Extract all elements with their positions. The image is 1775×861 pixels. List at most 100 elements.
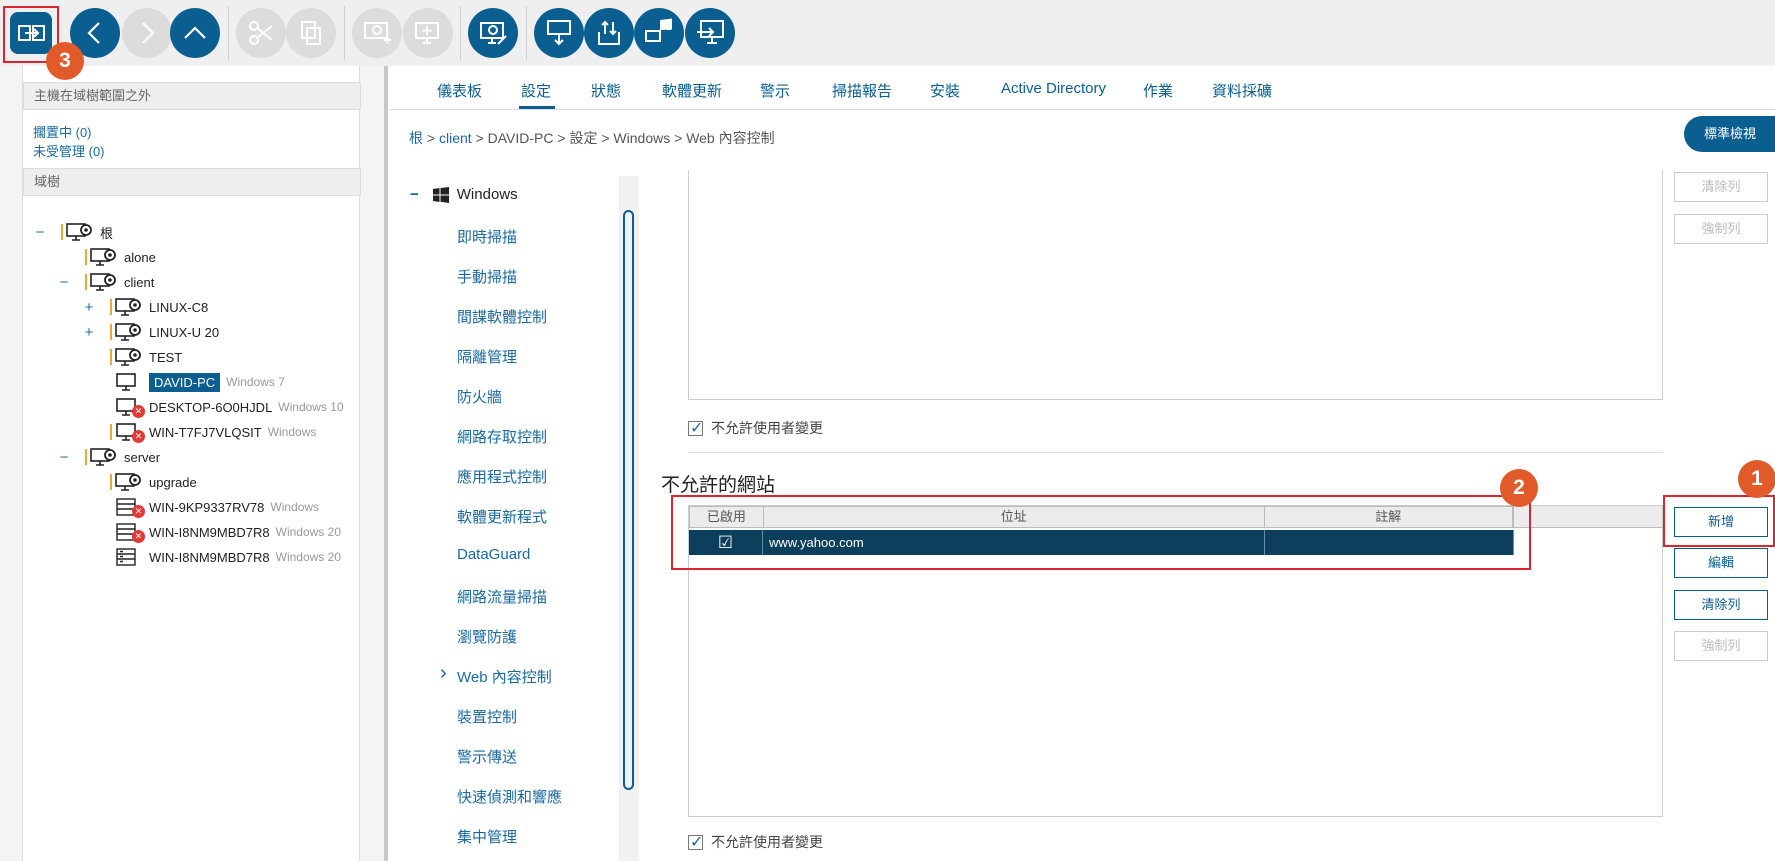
tree-toggle-icon[interactable]: +: [82, 299, 96, 316]
tree-node-label[interactable]: client: [124, 275, 154, 290]
tab[interactable]: Active Directory: [1001, 80, 1106, 97]
nav-item[interactable]: 間諜軟體控制: [457, 306, 547, 327]
tab[interactable]: 設定: [521, 80, 551, 101]
tab[interactable]: 安裝: [930, 80, 960, 101]
tree-node-label[interactable]: LINUX-C8: [149, 300, 208, 315]
breadcrumb-client[interactable]: client: [439, 130, 472, 146]
tree-node-icon: [66, 222, 94, 242]
host-settings-button[interactable]: [468, 8, 518, 58]
tree-toggle-icon[interactable]: −: [33, 224, 47, 241]
nav-item[interactable]: 集中管理: [457, 826, 517, 847]
edit-button[interactable]: 編輯: [1674, 548, 1768, 578]
tree-node-icon: [115, 347, 143, 367]
force-row-button[interactable]: 強制列: [1674, 631, 1768, 661]
tree-node[interactable]: DAVID-PC Windows 7: [110, 371, 285, 393]
host-group-icon: [115, 348, 141, 366]
tree-node-label[interactable]: WIN-T7FJ7VLQSIT: [149, 425, 262, 440]
tab[interactable]: 狀態: [591, 80, 621, 101]
tree-node[interactable]: upgrade: [110, 471, 197, 493]
nav-scroll-thumb[interactable]: [623, 210, 634, 790]
collapse-icon[interactable]: −: [410, 186, 419, 203]
tree-node[interactable]: + LINUX-U 20: [85, 321, 219, 343]
clear-row-button[interactable]: 清除列: [1674, 590, 1768, 620]
tree-node[interactable]: WIN-I8NM9MBD7R8 Windows 20: [110, 546, 341, 568]
deploy-button[interactable]: [534, 8, 584, 58]
tree-node-label[interactable]: alone: [124, 250, 156, 265]
nav-item[interactable]: 網路流量掃描: [457, 586, 547, 607]
tree-node[interactable]: ✕ DESKTOP-6O0HJDL Windows 10: [110, 396, 344, 418]
move-host-icon: [697, 20, 724, 44]
tree-node-label[interactable]: DAVID-PC: [149, 372, 221, 392]
toolbar-separator: [526, 6, 527, 60]
nav-item[interactable]: DataGuard: [457, 546, 530, 563]
tree-node[interactable]: ✕ WIN-9KP9337RV78 Windows: [110, 496, 319, 518]
nav-item[interactable]: 隔離管理: [457, 346, 517, 367]
forward-button[interactable]: [122, 8, 172, 58]
tree-node[interactable]: ✕ WIN-T7FJ7VLQSIT Windows: [110, 421, 316, 443]
tree-node[interactable]: alone: [85, 246, 156, 268]
nav-item[interactable]: 手動掃描: [457, 266, 517, 287]
copy-button[interactable]: [286, 8, 336, 58]
tree-node-label[interactable]: WIN-I8NM9MBD7R8: [149, 550, 270, 565]
up-button[interactable]: [170, 8, 220, 58]
tab[interactable]: 儀表板: [437, 80, 482, 101]
breadcrumb-sep: >: [471, 130, 488, 146]
nav-item[interactable]: 快速偵測和響應: [457, 786, 562, 807]
tab[interactable]: 軟體更新: [662, 80, 722, 101]
nav-item[interactable]: 瀏覽防護: [457, 626, 517, 647]
clear-row-button-top[interactable]: 清除列: [1674, 172, 1768, 202]
nav-item[interactable]: 應用程式控制: [457, 466, 547, 487]
disallow-change-checkbox-2[interactable]: 不允許使用者變更: [688, 832, 823, 852]
tree-node[interactable]: − client: [60, 271, 154, 293]
nav-item[interactable]: 即時掃描: [457, 226, 517, 247]
tree-node[interactable]: − 根: [36, 221, 113, 243]
tree-node-icon: [115, 547, 143, 567]
tree-node[interactable]: − server: [60, 446, 160, 468]
tree-node-label[interactable]: LINUX-U 20: [149, 325, 219, 340]
tree-node[interactable]: ✕ WIN-I8NM9MBD7R8 Windows 20: [110, 521, 341, 543]
tree-bar: [110, 474, 112, 490]
checkbox-checked-icon[interactable]: [688, 832, 703, 852]
tab[interactable]: 作業: [1143, 80, 1173, 101]
add-host-button[interactable]: [352, 8, 402, 58]
checkbox-checked-icon[interactable]: [688, 418, 703, 438]
tree-node[interactable]: TEST: [110, 346, 182, 368]
host-group-icon: [90, 448, 116, 466]
tab[interactable]: 資料採礦: [1212, 80, 1272, 101]
left-panel-scrollbar[interactable]: [384, 66, 388, 861]
nav-item[interactable]: 裝置控制: [457, 706, 517, 727]
tree-toggle-icon[interactable]: −: [57, 449, 71, 466]
tree-toggle-icon[interactable]: +: [82, 324, 96, 341]
cut-button[interactable]: [236, 8, 286, 58]
nav-item[interactable]: 防火牆: [457, 386, 502, 407]
tab[interactable]: 掃描報告: [832, 80, 892, 101]
nav-item[interactable]: 軟體更新程式: [457, 506, 547, 527]
tree-node-label[interactable]: TEST: [149, 350, 182, 365]
windows-host-button[interactable]: [634, 8, 684, 58]
tree-node[interactable]: + LINUX-C8: [85, 296, 208, 318]
tree-bar: [110, 399, 112, 415]
tab[interactable]: 警示: [760, 80, 790, 101]
tree-node-label[interactable]: upgrade: [149, 475, 197, 490]
tree-node-label[interactable]: 根: [100, 223, 113, 242]
disallow-change-checkbox-1[interactable]: 不允許使用者變更: [688, 418, 823, 438]
tree-node-label[interactable]: WIN-9KP9337RV78: [149, 500, 264, 515]
move-host-button[interactable]: [685, 8, 735, 58]
step-badge-2: 2: [1500, 469, 1538, 507]
nav-item[interactable]: Web 內容控制: [457, 666, 552, 687]
tree-toggle-icon[interactable]: −: [57, 274, 71, 291]
tree-node-label[interactable]: server: [124, 450, 160, 465]
nav-item[interactable]: 網路存取控制: [457, 426, 547, 447]
nav-item[interactable]: 警示傳送: [457, 746, 517, 767]
tree-node-icon: ✕: [115, 497, 145, 518]
tree-bar: [110, 499, 112, 515]
add-group-button[interactable]: [403, 8, 453, 58]
tree-node-label[interactable]: DESKTOP-6O0HJDL: [149, 400, 272, 415]
nav-windows-header[interactable]: − Windows: [410, 186, 518, 203]
tree-node-label[interactable]: WIN-I8NM9MBD7R8: [149, 525, 270, 540]
breadcrumb-root[interactable]: 根: [409, 130, 423, 146]
tree-bar: [85, 249, 87, 265]
import-export-button[interactable]: [584, 8, 634, 58]
force-row-button-top[interactable]: 強制列: [1674, 214, 1768, 244]
standard-view-button[interactable]: 標準檢視: [1684, 116, 1775, 152]
